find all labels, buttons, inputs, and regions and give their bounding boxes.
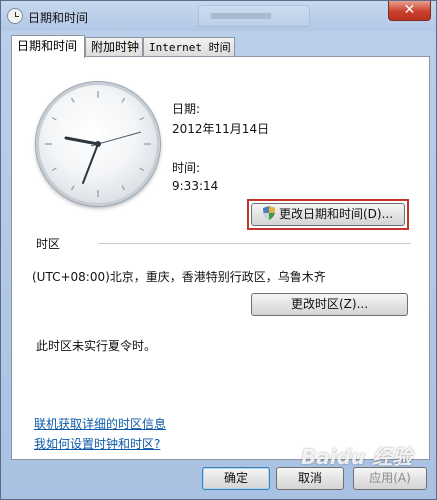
clock-help-link[interactable]: 我如何设置时钟和时区?: [34, 435, 160, 452]
clock-center: [95, 141, 101, 147]
date-label: 日期:: [172, 102, 201, 116]
title-bar[interactable]: 日期和时间 ✕: [1, 1, 436, 31]
time-value: 9:33:14: [172, 179, 219, 193]
tab-internet-time-label: Internet 时间: [149, 41, 231, 54]
apply-button[interactable]: 应用(A): [353, 467, 427, 490]
tab-additional-clocks[interactable]: 附加时钟: [85, 37, 143, 56]
clock-tick-8: [51, 167, 57, 171]
hour-hand: [64, 136, 100, 146]
clock-tick-10: [51, 117, 57, 121]
close-button[interactable]: ✕: [388, 1, 431, 21]
timezone-divider: [98, 243, 411, 244]
window-title: 日期和时间: [28, 11, 89, 25]
clock-tick-1: [121, 97, 125, 103]
clock-tick-7: [71, 185, 75, 191]
baidu-watermark: Baidu 经验: [301, 445, 413, 469]
background-window-tab: [198, 5, 310, 27]
dst-note: 此时区未实行夏令时。: [36, 339, 157, 353]
clock-tick-2: [139, 117, 145, 121]
clock-tick-5: [121, 185, 125, 191]
clock-icon: [7, 8, 23, 24]
clock-face: [45, 91, 151, 197]
change-timezone-button[interactable]: 更改时区(Z)...: [251, 293, 408, 316]
minute-hand: [82, 143, 99, 184]
clock-tick-11: [71, 97, 75, 103]
change-date-time-button[interactable]: 更改日期和时间(D)...: [251, 203, 405, 226]
date-time-panel: 日期: 2012年11月14日 时间: 9:33:14 更改日期和时间(D)..…: [11, 56, 430, 460]
timezone-header: 时区: [36, 237, 61, 251]
change-date-time-label: 更改日期和时间(D)...: [278, 207, 394, 221]
tab-date-time[interactable]: 日期和时间: [11, 35, 85, 58]
clock-tick-4: [139, 167, 145, 171]
analog-clock: [36, 82, 160, 206]
cancel-button[interactable]: 取消: [276, 467, 344, 490]
uac-shield-icon: [262, 206, 275, 220]
timezone-info-link[interactable]: 联机获取详细的时区信息: [34, 415, 166, 432]
time-label: 时间:: [172, 161, 201, 175]
date-value: 2012年11月14日: [172, 122, 270, 136]
date-time-dialog: 日期和时间 ✕ 日期和时间 附加时钟 Internet 时间 日期: 2012年…: [0, 0, 437, 500]
ok-button[interactable]: 确定: [202, 467, 270, 490]
tab-internet-time[interactable]: Internet 时间: [143, 37, 235, 56]
timezone-value: (UTC+08:00)北京，重庆，香港特别行政区，乌鲁木齐: [32, 270, 326, 284]
